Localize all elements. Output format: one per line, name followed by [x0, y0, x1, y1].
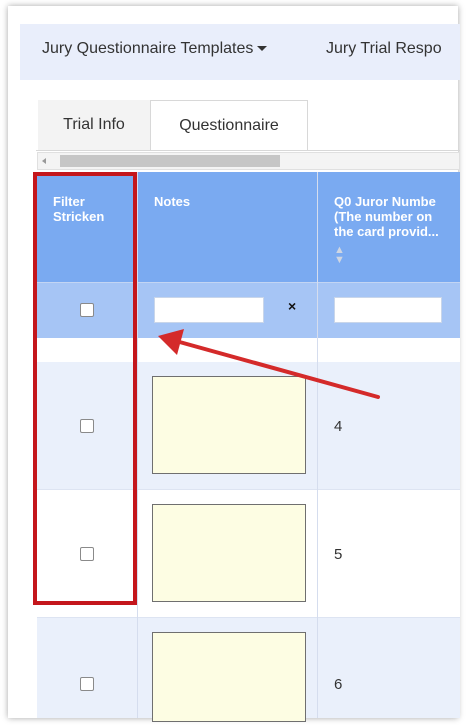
stricken-checkbox[interactable] [80, 419, 94, 433]
column-q0-juror-number: Q0 Juror Numbe (The number on the card p… [317, 172, 460, 718]
table-row: 6 [318, 618, 460, 718]
sort-icon[interactable]: ▲ ▼ [334, 245, 460, 266]
menu-jury-questionnaire-templates[interactable]: Jury Questionnaire Templates [42, 40, 268, 58]
table-row [37, 618, 137, 718]
table-row [138, 618, 317, 722]
filter-row-cell [37, 282, 137, 338]
juror-number-value: 5 [334, 546, 343, 563]
menu-responses-label: Jury Trial Respo [326, 40, 442, 57]
header-q0-juror-number[interactable]: Q0 Juror Numbe (The number on the card p… [318, 172, 460, 282]
tab-trial-info-label: Trial Info [63, 116, 125, 133]
table-row [37, 490, 137, 618]
filter-row-cell [318, 282, 460, 338]
notes-textarea[interactable] [152, 376, 306, 474]
q0-filter-input[interactable] [334, 297, 442, 323]
row-spacer [138, 338, 317, 362]
menu-templates-label: Jury Questionnaire Templates [42, 40, 254, 57]
filter-row-cell: × [138, 282, 317, 338]
header-q0-line1: Q0 Juror Numbe [334, 194, 436, 209]
tab-trial-info[interactable]: Trial Info [38, 100, 150, 150]
table-row: 4 [318, 362, 460, 490]
header-q0-line2: (The number on [334, 209, 433, 224]
tab-questionnaire[interactable]: Questionnaire [150, 100, 308, 150]
close-icon[interactable]: × [288, 298, 296, 314]
notes-textarea[interactable] [152, 504, 306, 602]
table-row [37, 362, 137, 490]
tab-divider [36, 150, 460, 151]
scroll-left-arrow-icon[interactable] [42, 158, 46, 164]
juror-number-value: 4 [334, 418, 343, 435]
questionnaire-grid: Filter Stricken Notes × Q0 Juror Numbe (… [37, 172, 460, 722]
horizontal-scrollbar[interactable] [37, 152, 460, 170]
menu-jury-trial-responses[interactable]: Jury Trial Respo [326, 40, 442, 58]
caret-down-icon [257, 46, 268, 52]
scrollbar-thumb[interactable] [60, 155, 280, 167]
filter-stricken-checkbox[interactable] [80, 303, 94, 317]
header-notes[interactable]: Notes [138, 172, 317, 282]
header-q0-line3: the card provid... [334, 224, 439, 239]
juror-number-value: 6 [334, 676, 343, 693]
column-filter-stricken: Filter Stricken [37, 172, 137, 718]
header-filter-stricken[interactable]: Filter Stricken [37, 172, 137, 282]
row-spacer [37, 338, 137, 362]
header-notes-label: Notes [154, 194, 191, 209]
table-row [138, 362, 317, 490]
table-row: 5 [318, 490, 460, 618]
notes-filter-input[interactable] [154, 297, 264, 323]
stricken-checkbox[interactable] [80, 547, 94, 561]
tab-questionnaire-label: Questionnaire [179, 117, 279, 134]
top-menubar: Jury Questionnaire Templates Jury Trial … [20, 24, 460, 80]
table-row [138, 490, 317, 618]
column-notes: Notes × [137, 172, 317, 722]
header-filter-stricken-label: Filter Stricken [53, 194, 105, 224]
notes-textarea[interactable] [152, 632, 306, 722]
stricken-checkbox[interactable] [80, 677, 94, 691]
row-spacer [318, 338, 460, 362]
